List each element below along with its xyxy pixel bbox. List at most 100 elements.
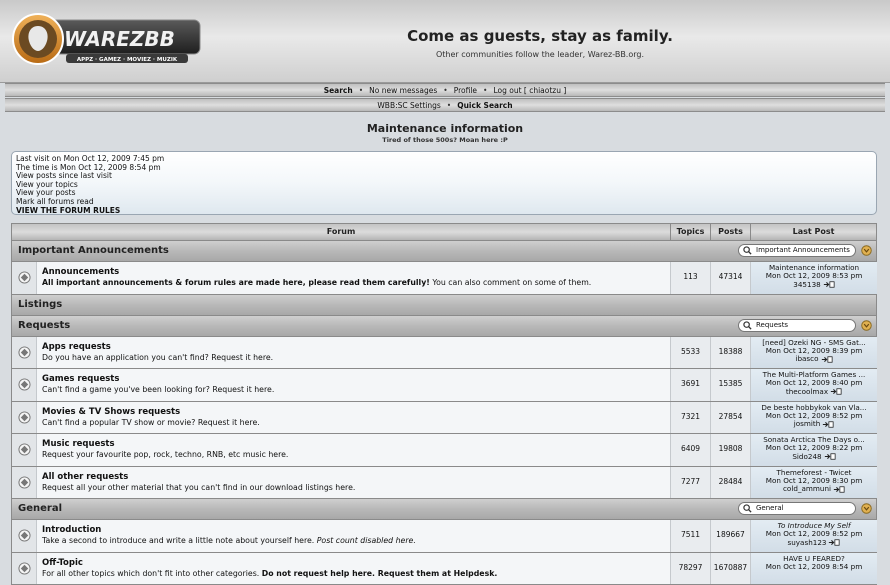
topics-column-header: Topics (670, 224, 710, 240)
tagline-title: Come as guests, stay as family. (405, 27, 675, 45)
nav-separator: • (359, 86, 363, 95)
forum-status-icon (18, 346, 31, 359)
maintenance-subtitle[interactable]: Tired of those 500s? Moan here :P (0, 136, 890, 144)
forum-rules-link[interactable]: VIEW THE FORUM RULES (16, 207, 872, 216)
last-post-user-link[interactable]: josmith (794, 420, 821, 428)
search-go-icon[interactable] (861, 503, 872, 514)
forum-description: All important announcements & forum rule… (42, 278, 591, 287)
forum-name-link[interactable]: Games requests (42, 374, 119, 384)
forum-row-music-requests: Music requests Request your favourite po… (11, 434, 877, 467)
search-icon (743, 504, 752, 513)
forum-column-header: Forum (12, 224, 670, 240)
user-info-box: Last visit on Mon Oct 12, 2009 7:45 pm T… (11, 151, 877, 215)
forum-row-movies-requests: Movies & TV Shows requests Can't find a … (11, 402, 877, 435)
goto-last-post-icon[interactable] (823, 281, 835, 288)
posts-count: 1670887 (710, 553, 750, 585)
posts-count: 19808 (710, 434, 750, 466)
goto-last-post-icon[interactable] (821, 356, 833, 363)
last-post-user-link[interactable]: cold_ammuni (783, 485, 831, 493)
new-messages-link[interactable]: No new messages (369, 86, 437, 95)
last-post-user-link[interactable]: Sido248 (792, 453, 821, 461)
last-post-date: Mon Oct 12, 2009 8:54 pm (751, 563, 877, 571)
category-search-value: Important Announcements (756, 246, 850, 254)
last-post-title-link[interactable]: Sonata Arctica The Days o... (751, 436, 877, 444)
posts-count: 28484 (710, 467, 750, 499)
forum-name-link[interactable]: Apps requests (42, 342, 111, 352)
settings-link[interactable]: WBB:SC Settings (377, 101, 440, 110)
last-post-cell: HAVE U FEARED? Mon Oct 12, 2009 8:54 pm (750, 553, 877, 585)
forum-description-text: You can also comment on some of them. (430, 278, 591, 287)
view-your-topics-link[interactable]: View your topics (16, 181, 872, 190)
quick-search-link[interactable]: Quick Search (457, 101, 512, 110)
category-requests: Requests Requests (11, 316, 877, 337)
search-go-icon[interactable] (861, 245, 872, 256)
category-search-input[interactable]: Requests (738, 319, 856, 332)
warezbb-logo[interactable]: WAREZBB APPZ · GAMEZ · MOVIEZ · MUZIK (12, 12, 202, 66)
logout-link[interactable]: Log out [ chiaotzu ] (493, 86, 566, 95)
posts-column-header: Posts (710, 224, 750, 240)
forum-description: Request your favourite pop, rock, techno… (42, 450, 288, 459)
posts-count: 15385 (710, 369, 750, 401)
category-title[interactable]: Listings (18, 299, 62, 310)
last-post-user-link[interactable]: thecoolmax (786, 388, 828, 396)
goto-last-post-icon[interactable] (828, 539, 840, 546)
category-title[interactable]: Important Announcements (18, 245, 169, 256)
last-post-cell: Maintenance information Mon Oct 12, 2009… (750, 262, 877, 294)
forum-name-link[interactable]: All other requests (42, 472, 128, 482)
last-post-title-link[interactable]: [need] Ozeki NG - SMS Gat... (751, 339, 877, 347)
search-icon (743, 321, 752, 330)
forum-name-link[interactable]: Movies & TV Shows requests (42, 407, 180, 417)
category-title[interactable]: General (18, 503, 62, 514)
topics-count: 7321 (670, 402, 710, 434)
last-post-cell: The Multi-Platform Games ... Mon Oct 12,… (750, 369, 877, 401)
last-post-date: Mon Oct 12, 2009 8:39 pm (751, 347, 877, 355)
category-search-input[interactable]: General (738, 502, 856, 515)
last-post-title-link[interactable]: The Multi-Platform Games ... (751, 371, 877, 379)
forum-name-link[interactable]: Music requests (42, 439, 115, 449)
current-time-text: The time is Mon Oct 12, 2009 8:54 pm (16, 164, 872, 173)
last-post-user-link[interactable]: 345138 (793, 281, 820, 289)
last-post-user-link[interactable]: suyash123 (788, 539, 827, 547)
category-general: General General (11, 499, 877, 520)
last-post-date: Mon Oct 12, 2009 8:22 pm (751, 444, 877, 452)
view-your-posts-link[interactable]: View your posts (16, 189, 872, 198)
maintenance-title[interactable]: Maintenance information (0, 122, 890, 135)
mark-forums-read-link[interactable]: Mark all forums read (16, 198, 872, 207)
last-post-user-link[interactable]: ibasco (795, 355, 818, 363)
view-posts-since-link[interactable]: View posts since last visit (16, 172, 872, 181)
search-link[interactable]: Search (324, 86, 353, 95)
forum-status-icon (18, 562, 31, 575)
forum-description: Request all your other material that you… (42, 483, 355, 492)
forum-name-link[interactable]: Introduction (42, 525, 101, 535)
goto-last-post-icon[interactable] (824, 453, 836, 460)
goto-last-post-icon[interactable] (830, 388, 842, 395)
forum-description-bold: Do not request help here. Request them a… (262, 569, 498, 578)
logo-subtitle: APPZ · GAMEZ · MOVIEZ · MUZIK (77, 57, 178, 63)
table-header: Forum Topics Posts Last Post (11, 223, 877, 241)
goto-last-post-icon[interactable] (822, 421, 834, 428)
profile-link[interactable]: Profile (454, 86, 477, 95)
forum-description: For all other topics which don't fit int… (42, 569, 497, 578)
forum-row-apps-requests: Apps requests Do you have an application… (11, 337, 877, 370)
last-post-title-link[interactable]: De beste hobbykok van Vla... (751, 404, 877, 412)
category-important-announcements: Important Announcements Important Announ… (11, 241, 877, 262)
forum-row-games-requests: Games requests Can't find a game you've … (11, 369, 877, 402)
last-post-title-link[interactable]: To Introduce My Self (751, 522, 877, 530)
category-title[interactable]: Requests (18, 320, 70, 331)
category-search-input[interactable]: Important Announcements (738, 244, 856, 257)
forum-name-link[interactable]: Off-Topic (42, 558, 83, 568)
forum-name-link[interactable]: Announcements (42, 267, 119, 277)
goto-last-post-icon[interactable] (833, 486, 845, 493)
topics-count: 7277 (670, 467, 710, 499)
last-post-date: Mon Oct 12, 2009 8:52 pm (751, 530, 877, 538)
forum-status-icon (18, 271, 31, 284)
last-post-title-link[interactable]: HAVE U FEARED? (751, 555, 877, 563)
forum-status-icon (18, 378, 31, 391)
last-post-title-link[interactable]: Maintenance information (751, 264, 877, 272)
topics-count: 6409 (670, 434, 710, 466)
posts-count: 47314 (710, 262, 750, 294)
nav-separator: • (447, 101, 451, 110)
search-go-icon[interactable] (861, 320, 872, 331)
last-post-cell: Sonata Arctica The Days o... Mon Oct 12,… (750, 434, 877, 466)
last-post-title-link[interactable]: Themeforest - Twicet (751, 469, 877, 477)
